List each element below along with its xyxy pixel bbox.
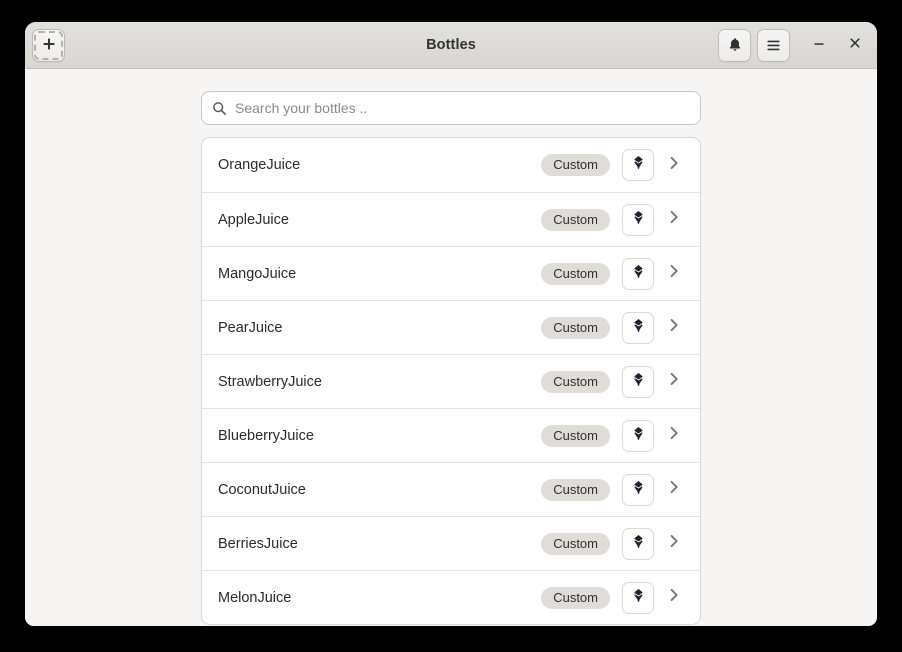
- search-bar[interactable]: [201, 91, 701, 125]
- bottles-list: OrangeJuice Custom AppleJuice Custom: [201, 137, 701, 625]
- bottle-name: OrangeJuice: [218, 157, 541, 173]
- bottle-name: StrawberryJuice: [218, 374, 541, 390]
- bottle-name: PearJuice: [218, 320, 541, 336]
- close-icon: [848, 36, 862, 55]
- bottle-icon: [631, 155, 646, 175]
- run-executable-button[interactable]: [622, 582, 654, 614]
- open-bottle-chevron[interactable]: [662, 316, 686, 340]
- bottle-name: BlueberryJuice: [218, 428, 541, 444]
- bottle-status-badge: Custom: [541, 317, 610, 339]
- content-area: OrangeJuice Custom AppleJuice Custom: [25, 69, 877, 626]
- bottle-name: MangoJuice: [218, 266, 541, 282]
- main-menu-button[interactable]: [757, 29, 790, 62]
- bottle-status-badge: Custom: [541, 587, 610, 609]
- bottle-status-badge: Custom: [541, 154, 610, 176]
- open-bottle-chevron[interactable]: [662, 478, 686, 502]
- chevron-right-icon: [666, 425, 682, 446]
- bottle-list-item[interactable]: BlueberryJuice Custom: [202, 408, 700, 462]
- open-bottle-chevron[interactable]: [662, 370, 686, 394]
- chevron-right-icon: [666, 155, 682, 176]
- chevron-right-icon: [666, 263, 682, 284]
- bottle-icon: [631, 426, 646, 446]
- bottle-status-badge: Custom: [541, 263, 610, 285]
- run-executable-button[interactable]: [622, 420, 654, 452]
- run-executable-button[interactable]: [622, 204, 654, 236]
- bottle-status-badge: Custom: [541, 425, 610, 447]
- chevron-right-icon: [666, 209, 682, 230]
- bottle-icon: [631, 480, 646, 500]
- search-icon: [212, 101, 227, 116]
- bottle-status-badge: Custom: [541, 209, 610, 231]
- hamburger-menu-icon: [765, 37, 782, 54]
- add-bottle-button[interactable]: [32, 29, 65, 62]
- run-executable-button[interactable]: [622, 258, 654, 290]
- bottle-icon: [631, 318, 646, 338]
- chevron-right-icon: [666, 479, 682, 500]
- bottle-list-item[interactable]: CoconutJuice Custom: [202, 462, 700, 516]
- open-bottle-chevron[interactable]: [662, 532, 686, 556]
- bottle-name: BerriesJuice: [218, 536, 541, 552]
- open-bottle-chevron[interactable]: [662, 153, 686, 177]
- bottle-icon: [631, 264, 646, 284]
- run-executable-button[interactable]: [622, 366, 654, 398]
- bottle-icon: [631, 372, 646, 392]
- open-bottle-chevron[interactable]: [662, 208, 686, 232]
- bottle-status-badge: Custom: [541, 533, 610, 555]
- bottle-list-item[interactable]: MelonJuice Custom: [202, 570, 700, 624]
- minimize-button[interactable]: [804, 30, 834, 60]
- minimize-icon: [812, 36, 826, 55]
- open-bottle-chevron[interactable]: [662, 424, 686, 448]
- bottle-icon: [631, 210, 646, 230]
- app-window: Bottles: [25, 22, 877, 626]
- bottle-list-item[interactable]: AppleJuice Custom: [202, 192, 700, 246]
- notifications-button[interactable]: [718, 29, 751, 62]
- run-executable-button[interactable]: [622, 474, 654, 506]
- chevron-right-icon: [666, 317, 682, 338]
- bottle-status-badge: Custom: [541, 371, 610, 393]
- bottle-list-item[interactable]: StrawberryJuice Custom: [202, 354, 700, 408]
- header-bar: Bottles: [25, 22, 877, 69]
- open-bottle-chevron[interactable]: [662, 262, 686, 286]
- run-executable-button[interactable]: [622, 528, 654, 560]
- chevron-right-icon: [666, 371, 682, 392]
- search-input[interactable]: [235, 100, 690, 116]
- chevron-right-icon: [666, 587, 682, 608]
- bottle-icon: [631, 588, 646, 608]
- plus-icon: [41, 37, 57, 53]
- close-button[interactable]: [840, 30, 870, 60]
- bottle-name: CoconutJuice: [218, 482, 541, 498]
- run-executable-button[interactable]: [622, 149, 654, 181]
- bottle-list-item[interactable]: BerriesJuice Custom: [202, 516, 700, 570]
- bottle-name: MelonJuice: [218, 590, 541, 606]
- content-column: OrangeJuice Custom AppleJuice Custom: [201, 69, 701, 625]
- header-left-controls: [32, 29, 65, 62]
- bottle-name: AppleJuice: [218, 212, 541, 228]
- bottle-list-item[interactable]: OrangeJuice Custom: [202, 138, 700, 192]
- bottle-status-badge: Custom: [541, 479, 610, 501]
- bottle-icon: [631, 534, 646, 554]
- bottle-list-item[interactable]: PearJuice Custom: [202, 300, 700, 354]
- chevron-right-icon: [666, 533, 682, 554]
- header-right-controls: [718, 29, 870, 62]
- run-executable-button[interactable]: [622, 312, 654, 344]
- bell-icon: [727, 37, 743, 53]
- open-bottle-chevron[interactable]: [662, 586, 686, 610]
- bottle-list-item[interactable]: MangoJuice Custom: [202, 246, 700, 300]
